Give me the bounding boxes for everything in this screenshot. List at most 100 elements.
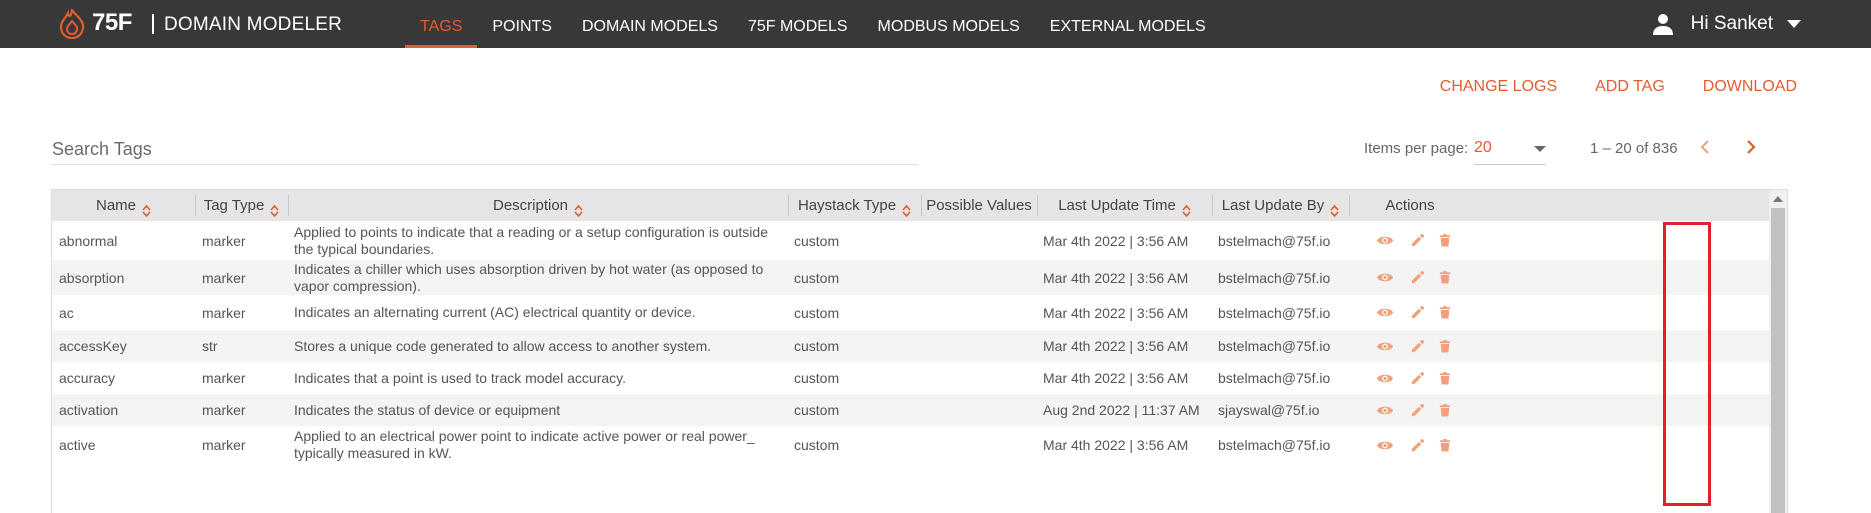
- sort-icon[interactable]: [1330, 198, 1339, 218]
- nav-tab-modbus-models[interactable]: MODBUS MODELS: [863, 0, 1035, 48]
- edit-pencil-icon[interactable]: [1404, 330, 1430, 362]
- cell-name: absorption: [59, 269, 125, 286]
- column-separator[interactable]: [288, 195, 289, 216]
- edit-pencil-icon[interactable]: [1404, 260, 1430, 295]
- sort-icon[interactable]: [1182, 198, 1191, 218]
- view-eye-icon[interactable]: [1372, 394, 1398, 426]
- delete-trash-icon[interactable]: [1432, 295, 1458, 330]
- column-header-label: Last Update By: [1221, 197, 1325, 214]
- sort-icon[interactable]: [270, 198, 279, 218]
- column-header-tag-type[interactable]: Tag Type: [195, 190, 288, 221]
- delete-trash-icon[interactable]: [1432, 394, 1458, 426]
- delete-trash-icon[interactable]: [1432, 221, 1458, 260]
- column-header-last-update-by[interactable]: Last Update By: [1212, 190, 1349, 221]
- download-link[interactable]: DOWNLOAD: [1703, 78, 1797, 96]
- brand-divider: [152, 14, 154, 34]
- edit-pencil-icon[interactable]: [1404, 362, 1430, 394]
- user-icon: [1652, 14, 1673, 35]
- cell-haystack-type: custom: [794, 437, 840, 453]
- view-eye-icon[interactable]: [1372, 260, 1398, 295]
- view-eye-icon[interactable]: [1372, 330, 1398, 362]
- column-header-label: Possible Values: [926, 197, 1032, 214]
- cell-possible-values: [927, 330, 1031, 362]
- sort-icon[interactable]: [902, 198, 911, 218]
- table-scrollbar[interactable]: [1769, 190, 1787, 513]
- edit-pencil-icon[interactable]: [1404, 221, 1430, 260]
- column-separator[interactable]: [195, 195, 196, 216]
- cell-last-update-by: bstelmach@75f.io: [1218, 338, 1331, 354]
- user-menu[interactable]: Hi Sanket: [1651, 0, 1801, 48]
- app-title: DOMAIN MODELER: [164, 14, 343, 35]
- scroll-up-icon[interactable]: [1773, 196, 1783, 202]
- column-header-haystack-type[interactable]: Haystack Type: [788, 190, 921, 221]
- cell-description: Indicates an alternating current (AC) el…: [294, 304, 696, 320]
- table-row[interactable]: activation marker Indicates the status of …: [52, 394, 1771, 426]
- edit-column-highlight-box: [1663, 222, 1711, 506]
- cell-tag-type: marker: [202, 437, 246, 453]
- nav-tab-75f-models[interactable]: 75F MODELS: [733, 0, 863, 48]
- cell-possible-values: [927, 426, 1031, 464]
- column-separator[interactable]: [1349, 195, 1350, 216]
- cell-last-update-time: Mar 4th 2022 | 3:56 AM: [1043, 269, 1189, 286]
- tags-table: Name Tag Type Description Haystack Type Poss…: [51, 189, 1788, 513]
- cell-name: abnormal: [59, 232, 118, 249]
- cell-last-update-time: Mar 4th 2022 | 3:56 AM: [1043, 338, 1189, 354]
- nav-tab-domain-models[interactable]: DOMAIN MODELS: [567, 0, 733, 48]
- search-tags-input[interactable]: [52, 134, 918, 165]
- cell-last-update-time: Mar 4th 2022 | 3:56 AM: [1043, 232, 1189, 249]
- view-eye-icon[interactable]: [1372, 221, 1398, 260]
- view-eye-icon[interactable]: [1372, 295, 1398, 330]
- add-tag-link[interactable]: ADD TAG: [1595, 78, 1665, 96]
- delete-trash-icon[interactable]: [1432, 260, 1458, 295]
- edit-pencil-icon[interactable]: [1404, 394, 1430, 426]
- column-header-description[interactable]: Description: [288, 190, 788, 221]
- cell-last-update-by: bstelmach@75f.io: [1218, 269, 1331, 286]
- nav-tab-points[interactable]: POINTS: [477, 0, 567, 48]
- column-header-label: Haystack Type: [797, 197, 897, 214]
- table-row[interactable]: accuracy marker Indicates that a point is …: [52, 362, 1771, 394]
- nav-tab-tags[interactable]: TAGS: [405, 0, 478, 48]
- column-separator[interactable]: [921, 195, 922, 216]
- change-logs-link[interactable]: CHANGE LOGS: [1440, 78, 1557, 96]
- cell-last-update-time: Mar 4th 2022 | 3:56 AM: [1043, 304, 1189, 321]
- cell-tag-type: marker: [202, 232, 246, 249]
- cell-haystack-type: custom: [794, 338, 840, 354]
- delete-trash-icon[interactable]: [1432, 426, 1458, 464]
- column-separator[interactable]: [1212, 195, 1213, 216]
- cell-description: Indicates that a point is used to track …: [294, 369, 627, 386]
- cell-tag-type: marker: [202, 370, 246, 386]
- column-separator[interactable]: [1037, 195, 1038, 216]
- cell-last-update-by: bstelmach@75f.io: [1218, 437, 1331, 453]
- cell-description: Stores a unique code generated to allow …: [294, 337, 712, 354]
- delete-trash-icon[interactable]: [1432, 362, 1458, 394]
- edit-pencil-icon[interactable]: [1404, 295, 1430, 330]
- items-per-page-select[interactable]: 20: [1474, 134, 1546, 165]
- sort-icon[interactable]: [574, 198, 583, 218]
- cell-possible-values: [927, 362, 1031, 394]
- cell-tag-type: marker: [202, 402, 246, 418]
- sort-icon[interactable]: [142, 198, 151, 218]
- column-header-last-update-time[interactable]: Last Update Time: [1037, 190, 1212, 221]
- cell-last-update-by: sjayswal@75f.io: [1218, 402, 1320, 418]
- view-eye-icon[interactable]: [1372, 426, 1398, 464]
- table-row[interactable]: absorption marker Indicates a chiller whic…: [52, 260, 1771, 295]
- view-eye-icon[interactable]: [1372, 362, 1398, 394]
- cell-haystack-type: custom: [794, 232, 840, 249]
- table-row[interactable]: accessKey str Stores a unique code generat…: [52, 330, 1771, 362]
- cell-name: active: [59, 437, 96, 453]
- column-header-name[interactable]: Name: [52, 190, 195, 221]
- user-greeting: Hi Sanket: [1690, 13, 1773, 34]
- edit-pencil-icon[interactable]: [1404, 426, 1430, 464]
- previous-page-icon[interactable]: [1696, 136, 1714, 158]
- delete-trash-icon[interactable]: [1432, 330, 1458, 362]
- column-separator[interactable]: [788, 195, 789, 216]
- table-row[interactable]: abnormal marker Applied to points to indic…: [52, 221, 1771, 260]
- table-row[interactable]: ac marker Indicates an alternating current…: [52, 295, 1771, 330]
- 75f-flame-logo-icon[interactable]: [58, 9, 86, 39]
- top-navigation-bar: 75F DOMAIN MODELER TAGS POINTS DOMAIN MO…: [0, 0, 1871, 48]
- table-row[interactable]: active marker Applied to an electrical pow…: [52, 426, 1771, 464]
- next-page-icon[interactable]: [1742, 136, 1760, 158]
- scrollbar-thumb[interactable]: [1771, 208, 1785, 513]
- caret-down-icon[interactable]: [1787, 20, 1801, 28]
- nav-tab-external-models[interactable]: EXTERNAL MODELS: [1035, 0, 1221, 48]
